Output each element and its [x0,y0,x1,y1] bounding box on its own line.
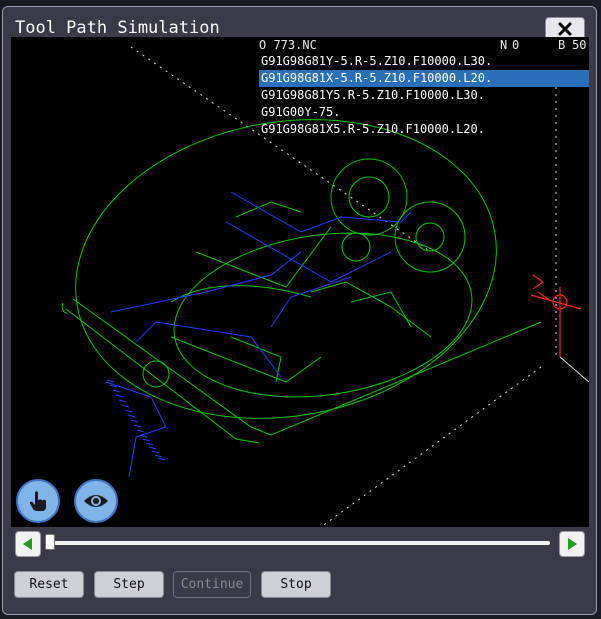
continue-button[interactable]: Continue [173,571,251,598]
simulation-viewport[interactable]: O 773.NC N 0 B 50 G91G98G81Y-5.R-5.Z10.F… [11,37,589,527]
nc-line[interactable]: G91G98G81Y-5.R-5.Z10.F10000.L30. [259,53,589,70]
stop-button[interactable]: Stop [261,571,331,598]
arrow-right-icon [568,538,577,550]
view-toggle-button[interactable] [74,479,118,523]
progress-track[interactable] [48,541,550,545]
axis-line [559,356,589,383]
nc-header: O 773.NC N 0 B 50 [259,37,589,52]
n-label: N [500,38,508,52]
eye-icon [84,495,108,507]
prev-button[interactable] [15,531,41,557]
step-button[interactable]: Step [94,571,164,598]
nc-code-list[interactable]: G91G98G81Y-5.R-5.Z10.F10000.L30. G91G98G… [259,53,589,138]
nc-line-selected[interactable]: G91G98G81X-5.R-5.Z10.F10000.L20. [259,70,589,87]
b-value: 50 [572,38,587,52]
nc-line[interactable]: G91G98G81X5.R-5.Z10.F10000.L20. [259,121,589,138]
window-title: Tool Path Simulation [15,18,220,38]
pan-tool-button[interactable] [16,479,60,523]
reset-button[interactable]: Reset [14,571,84,598]
close-icon [558,22,572,36]
hand-pointer-icon [29,491,46,511]
arrow-left-icon [23,538,32,550]
tool-path-green [61,119,542,444]
axis-gizmo [530,274,582,357]
program-name: O 773.NC [259,38,317,52]
nc-line[interactable]: G91G00Y-75. [259,104,589,121]
next-button[interactable] [559,531,585,557]
playback-slider-row [11,527,589,557]
progress-thumb[interactable] [45,534,55,550]
nc-line[interactable]: G91G98G81Y5.R-5.Z10.F10000.L30. [259,87,589,104]
n-value: 0 [512,38,520,52]
b-label: B [558,38,566,52]
